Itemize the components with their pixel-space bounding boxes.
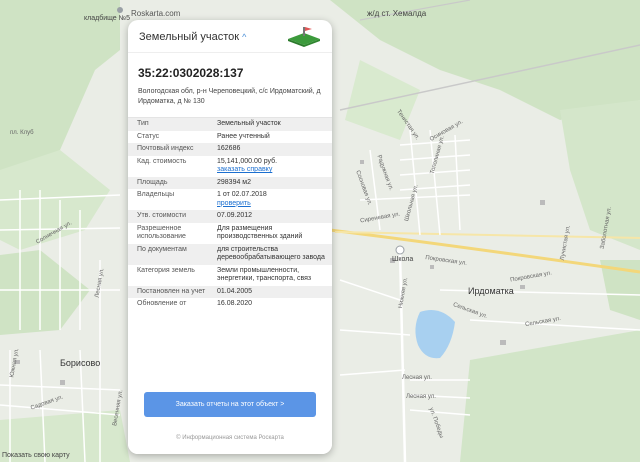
- table-row: Статус Ранее учтенный: [128, 131, 332, 144]
- map-watermark: Roskarta.com: [131, 9, 181, 18]
- table-row: Кад. стоимость 15,141,000.00 руб. заказа…: [128, 156, 332, 177]
- property-value: Для размещения производственных зданий: [217, 224, 303, 241]
- land-plot-info-panel: Земельный участок ^ 35:22:0302028:137 Вол…: [128, 20, 332, 454]
- property-value: 16.08.2020: [217, 300, 253, 307]
- table-row: Постановлен на учет 01.04.2005: [128, 285, 332, 298]
- property-table: Тип Земельный участок Статус Ранее учтен…: [128, 117, 332, 311]
- order-certificate-link[interactable]: заказать справку: [217, 166, 326, 175]
- map-label-cemetery: кладбище №5: [84, 15, 131, 22]
- check-owners-link[interactable]: проверить: [217, 200, 326, 209]
- property-key: Тип: [137, 120, 149, 127]
- street-label: пл. Клуб: [10, 130, 34, 136]
- map-label-village: Ирдоматка: [468, 286, 514, 296]
- map-label-station: ж/д ст. Хемалда: [367, 9, 427, 18]
- table-row: Владельцы 1 от 02.07.2018 проверить: [128, 189, 332, 210]
- property-key: Почтовый индекс: [137, 145, 194, 152]
- property-value-wrap: 15,141,000.00 руб. заказать справку: [217, 156, 332, 177]
- panel-copyright: © Информационная система Роскарта: [176, 435, 284, 441]
- property-value: 298394 м2: [217, 178, 252, 186]
- map-label-borisovo: Борисово: [60, 358, 101, 368]
- property-value: Земельный участок: [217, 120, 281, 127]
- panel-title-wrap[interactable]: Земельный участок ^: [139, 27, 246, 45]
- cemetery-marker-icon[interactable]: [117, 7, 123, 13]
- map-show-own-map-link[interactable]: Показать свою карту: [2, 452, 70, 459]
- table-row: Тип Земельный участок: [128, 118, 332, 131]
- property-value-wrap: 1 от 02.07.2018 проверить: [217, 189, 332, 210]
- table-row: Утв. стоимости 07.09.2012: [128, 210, 332, 223]
- property-value: Земли промышленности, энергетики, трансп…: [217, 266, 312, 283]
- table-row: Площадь 298394 м2: [128, 176, 332, 189]
- property-value: 162686: [217, 145, 241, 152]
- table-row: Обновление от 16.08.2020: [128, 298, 332, 311]
- owners-value: 1 от 02.07.2018: [217, 191, 267, 198]
- property-key: Утв. стоимости: [137, 212, 187, 219]
- street-label: Лесная ул.: [402, 375, 432, 381]
- table-row: Категория земель Земли промышленности, э…: [128, 265, 332, 286]
- panel-title: Земельный участок: [139, 31, 240, 43]
- panel-header[interactable]: Земельный участок ^: [128, 20, 332, 53]
- property-key: Категория земель: [137, 266, 195, 274]
- property-key: Статус: [137, 132, 160, 140]
- property-key: Площадь: [137, 178, 168, 186]
- property-value: 01.04.2005: [217, 287, 253, 295]
- street-label: Лесная ул.: [406, 394, 436, 400]
- property-key: Кад. стоимость: [137, 157, 187, 165]
- map-label-school: Школа: [392, 256, 414, 263]
- property-key: Обновление от: [137, 300, 187, 307]
- cadastral-number: 35:22:0302028:137: [138, 66, 244, 80]
- table-row: Почтовый индекс 162686: [128, 143, 332, 156]
- plot-address: Вологодская обл, р-н Череповецкий, с/с И…: [138, 88, 321, 105]
- property-value: для строительства деревообрабатывающего …: [217, 245, 325, 262]
- table-row: Разрешенное использование Для размещения…: [128, 223, 332, 244]
- property-key: Владельцы: [137, 191, 175, 198]
- order-reports-button[interactable]: Заказать отчеты на этот объект >: [144, 392, 316, 417]
- cadastral-cost-value: 15,141,000.00 руб.: [217, 157, 278, 165]
- chevron-up-icon[interactable]: ^: [242, 32, 246, 42]
- land-plot-icon: [288, 27, 320, 47]
- property-key: Разрешенное использование: [137, 224, 186, 241]
- school-marker-icon[interactable]: [395, 245, 405, 255]
- table-row: По документам для строительства деревооб…: [128, 243, 332, 265]
- property-key: По документам: [137, 245, 187, 253]
- property-value: 07.09.2012: [217, 212, 253, 219]
- property-value: Ранее учтенный: [217, 132, 270, 140]
- property-key: Постановлен на учет: [137, 287, 206, 295]
